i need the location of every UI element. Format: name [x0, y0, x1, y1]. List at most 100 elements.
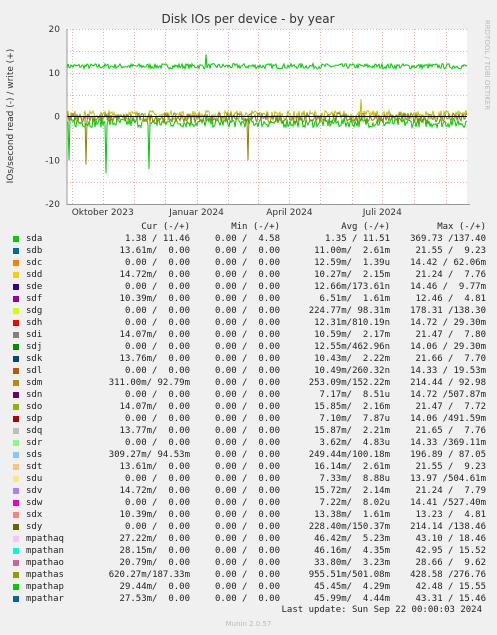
legend-avg: 46.16m/ 4.35m	[314, 546, 390, 556]
legend-cur: 0.00 / 0.00	[124, 390, 190, 400]
legend-cur: 14.07m/ 0.00	[119, 330, 190, 340]
legend-row-mpathar: mpathar 27.53m/ 0.00 0.00 / 0.00 45.99m/ 4.…	[8, 593, 494, 605]
legend-avg: 3.62m/ 4.83u	[319, 438, 390, 448]
legend-cur: 0.00 / 0.00	[124, 498, 190, 508]
legend-cur: 27.53m/ 0.00	[119, 594, 190, 604]
legend-max: 14.42 / 62.06m	[410, 258, 486, 268]
legend-avg: 11.00m/ 2.61m	[314, 246, 390, 256]
legend-avg: 224.77m/ 98.31m	[308, 306, 390, 316]
legend-cur: 14.72m/ 0.00	[119, 486, 190, 496]
legend-avg: 7.10m/ 7.87u	[319, 414, 390, 424]
legend-min: 0.00 / 0.00	[214, 306, 280, 316]
legend-swatch	[13, 272, 19, 278]
legend-max: 214.14 /138.46	[410, 522, 486, 532]
legend-min: 0.00 / 0.00	[214, 342, 280, 352]
legend-max: 369.73 /137.40	[410, 234, 486, 244]
x-ticks: Oktober 2023 Januar 2024 April 2024 Juli 20…	[72, 208, 402, 218]
legend-row-sdw: sdw 0.00 / 0.00 0.00 / 0.00 7.22m/ 8.02u 14.…	[8, 497, 494, 509]
legend-row-sdr: sdr 0.00 / 0.00 0.00 / 0.00 3.62m/ 4.83u 14.…	[8, 437, 494, 449]
legend: Cur (-/+) Min (-/+) Avg (-/+) Max (-/+) …	[8, 221, 494, 605]
legend-cur: 0.00 / 0.00	[124, 414, 190, 424]
legend-name: sds	[26, 450, 43, 460]
legend-name: sdt	[26, 462, 43, 472]
legend-name: mpathao	[26, 558, 64, 568]
legend-avg: 46.42m/ 5.23m	[314, 534, 390, 544]
legend-swatch	[13, 524, 19, 530]
legend-min: 0.00 / 0.00	[214, 558, 280, 568]
legend-avg: 12.31m/810.19n	[314, 318, 390, 328]
legend-avg: 12.55m/462.96n	[314, 342, 390, 352]
legend-row-sdn: sdn 0.00 / 0.00 0.00 / 0.00 7.17m/ 8.51u 14.…	[8, 389, 494, 401]
y-ticks: 20 10 0 -10 -20	[45, 25, 60, 210]
legend-name: sdf	[26, 294, 43, 304]
legend-swatch	[13, 452, 19, 458]
legend-name: sdc	[26, 258, 43, 268]
legend-row-mpathap: mpathap 29.44m/ 0.00 0.00 / 0.00 45.45m/ 4.…	[8, 581, 494, 593]
x-tick-label: Juli 2024	[362, 208, 402, 218]
legend-min: 0.00 / 0.00	[214, 390, 280, 400]
legend-cur: 20.79m/ 0.00	[119, 558, 190, 568]
legend-swatch	[13, 332, 19, 338]
legend-max: 14.06 /491.59m	[410, 414, 486, 424]
legend-name: sdo	[26, 402, 43, 412]
legend-avg: 12.66m/173.61n	[314, 282, 390, 292]
legend-swatch	[13, 464, 19, 470]
legend-row-sdy: sdy 0.00 / 0.00 0.00 / 0.00 228.40m/150.37m…	[8, 521, 494, 533]
legend-cur: 0.00 / 0.00	[124, 342, 190, 352]
legend-max: 21.55 / 9.23	[415, 462, 486, 472]
legend-name: sdq	[26, 426, 43, 436]
legend-swatch	[13, 284, 19, 290]
legend-max: 14.06 / 29.30m	[410, 342, 486, 352]
legend-name: sdd	[26, 270, 43, 280]
legend-avg: 10.27m/ 2.15m	[314, 270, 390, 280]
legend-min: 0.00 / 0.00	[214, 522, 280, 532]
legend-cur: 13.61m/ 0.00	[119, 462, 190, 472]
legend-name: sdu	[26, 474, 43, 484]
legend-avg: 15.85m/ 2.16m	[314, 402, 390, 412]
legend-swatch	[13, 476, 19, 482]
legend-cur: 13.77m/ 0.00	[119, 426, 190, 436]
legend-row-mpathaq: mpathaq 27.22m/ 0.00 0.00 / 0.00 46.42m/ 5.…	[8, 533, 494, 545]
legend-row-mpathan: mpathan 28.15m/ 0.00 0.00 / 0.00 46.16m/ 4.…	[8, 545, 494, 557]
x-tick-label: Oktober 2023	[72, 208, 134, 218]
legend-row-sde: sde 0.00 / 0.00 0.00 / 0.00 12.66m/173.61n 1…	[8, 281, 494, 293]
legend-min: 0.00 / 0.00	[214, 486, 280, 496]
legend-avg: 15.72m/ 2.14m	[314, 486, 390, 496]
legend-cur: 0.00 / 0.00	[124, 474, 190, 484]
legend-name: sdi	[26, 330, 43, 340]
legend-avg: 955.51m/501.08m	[308, 570, 390, 580]
legend-swatch	[13, 380, 19, 386]
chart-area: Disk IOs per device - by year IOs/second…	[6, 12, 491, 218]
y-tick-label: 0	[54, 113, 60, 123]
legend-cur: 14.72m/ 0.00	[119, 270, 190, 280]
legend-cur: 309.27m/ 94.53m	[108, 450, 190, 460]
legend-max: 428.58 /276.76	[410, 570, 486, 580]
legend-min: 0.00 / 0.00	[214, 546, 280, 556]
legend-name: sdk	[26, 354, 43, 364]
legend-cur: 10.39m/ 0.00	[119, 510, 190, 520]
legend-swatch	[13, 248, 19, 254]
legend-swatch	[13, 260, 19, 266]
legend-row-sdt: sdt 13.61m/ 0.00 0.00 / 0.00 16.14m/ 2.61m 2…	[8, 461, 494, 473]
legend-max: 43.10 / 18.46	[415, 534, 486, 544]
legend-min: 0.00 / 0.00	[214, 294, 280, 304]
legend-swatch	[13, 560, 19, 566]
legend-row-sdf: sdf 10.39m/ 0.00 0.00 / 0.00 6.51m/ 1.61m 12…	[8, 293, 494, 305]
legend-swatch	[13, 356, 19, 362]
legend-swatch	[13, 296, 19, 302]
legend-max: 21.66 / 7.70	[415, 354, 486, 364]
legend-avg: 45.45m/ 4.29m	[314, 582, 390, 592]
legend-avg: 7.22m/ 8.02u	[319, 498, 390, 508]
legend-avg: 45.99m/ 4.44m	[314, 594, 390, 604]
legend-row-sdm: sdm 311.00m/ 92.79m 0.00 / 0.00 253.09m/152…	[8, 377, 494, 389]
legend-name: mpathar	[26, 594, 64, 604]
legend-min: 0.00 / 0.00	[214, 438, 280, 448]
legend-header-min: Min (-/+)	[231, 222, 280, 232]
legend-cur: 29.44m/ 0.00	[119, 582, 190, 592]
legend-swatch	[13, 236, 19, 242]
legend-cur: 311.00m/ 92.79m	[108, 378, 190, 388]
legend-row-sdk: sdk 13.76m/ 0.00 0.00 / 0.00 10.43m/ 2.22m 2…	[8, 353, 494, 365]
legend-cur: 0.00 / 0.00	[124, 438, 190, 448]
legend-name: sdj	[26, 342, 43, 352]
legend-min: 0.00 / 0.00	[214, 414, 280, 424]
